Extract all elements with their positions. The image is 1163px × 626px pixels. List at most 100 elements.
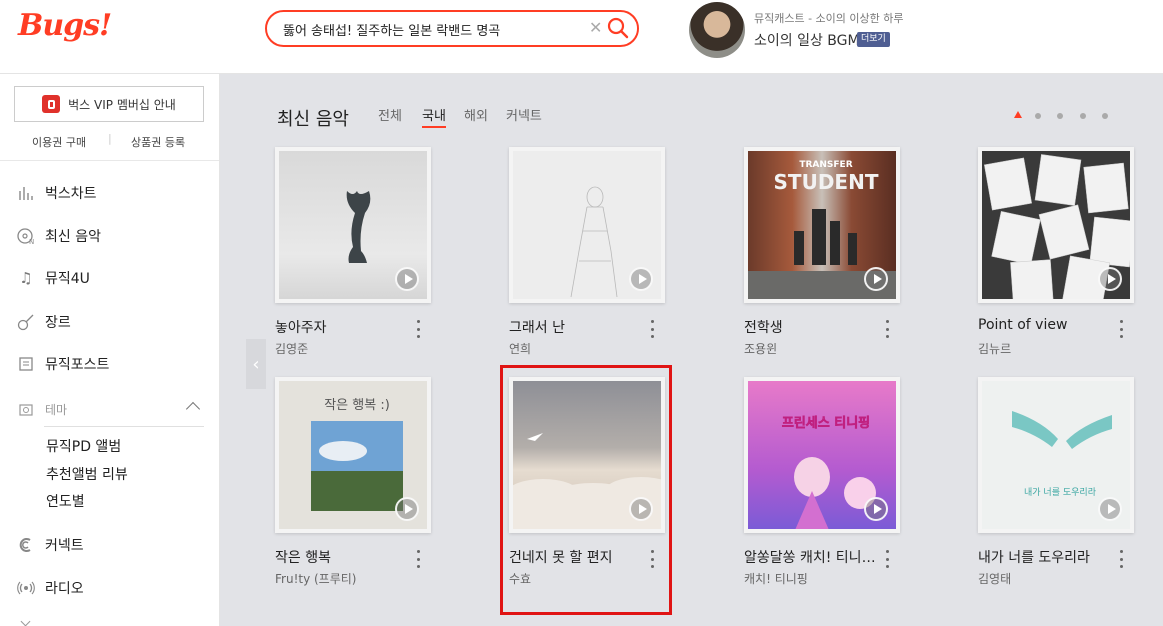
pager-dot-active[interactable] (1014, 111, 1022, 118)
sidebar-item-label: 최신 음악 (45, 229, 101, 245)
sidebar-item-connect[interactable]: 커넥트 (16, 533, 84, 557)
sidebar-item-musicpost[interactable]: 뮤직포스트 (16, 352, 109, 376)
section-title: 최신 음악 (277, 109, 349, 130)
album-artist[interactable]: 김영태 (978, 570, 1011, 587)
sidebar-item-music4u[interactable]: ♫ 뮤직4U (16, 266, 90, 290)
play-icon[interactable] (864, 497, 888, 521)
pager-dot[interactable] (1102, 113, 1108, 119)
profile-title[interactable]: 소이의 일상 BGM (754, 30, 860, 50)
album-artist[interactable]: 캐치! 티니핑 (744, 570, 808, 587)
album-cover[interactable] (978, 147, 1134, 303)
album-cover[interactable] (509, 147, 665, 303)
album-artist[interactable]: 조용윈 (744, 340, 777, 357)
cover-text-main: STUDENT (774, 170, 879, 194)
album-title[interactable]: Point of view (978, 317, 1116, 333)
theme-divider (44, 426, 204, 427)
sidebar-item-radio[interactable]: 라디오 (16, 576, 84, 600)
more-options-icon[interactable] (886, 320, 890, 338)
sidebar-item-theme[interactable]: 테마 (16, 397, 67, 421)
cover-text-happiness: 작은 행복 :) (324, 397, 390, 413)
album-cover[interactable]: TRANSFER STUDENT (744, 147, 900, 303)
sidebar-item-label: 장르 (45, 315, 71, 331)
chevron-down-icon[interactable] (20, 616, 31, 626)
play-icon[interactable] (395, 267, 419, 291)
more-options-icon[interactable] (417, 320, 421, 338)
album-artist[interactable]: Fru!ty (프루티) (275, 570, 356, 587)
pager-dot[interactable] (1057, 113, 1063, 119)
link-separator: | (108, 132, 112, 145)
tab-overseas[interactable]: 해외 (464, 105, 488, 124)
tab-connect[interactable]: 커넥트 (506, 105, 542, 124)
header: Bugs! ✕ 뮤직캐스트 - 소이의 이상한 하루 소이의 일상 BGM 더보… (0, 0, 1163, 74)
play-icon[interactable] (1098, 267, 1122, 291)
radio-icon (16, 578, 36, 598)
album-cover[interactable]: 작은 행복 :) (275, 377, 431, 533)
cover-text-tinyping: 프린세스 티니핑 (782, 415, 870, 431)
pager-dot[interactable] (1080, 113, 1086, 119)
album-title[interactable]: 전학생 (744, 317, 882, 337)
disc-new-icon: N (16, 226, 36, 246)
play-icon[interactable] (395, 497, 419, 521)
register-voucher-link[interactable]: 상품권 등록 (131, 134, 185, 150)
theme-item-musicpd[interactable]: 뮤직PD 앨범 (46, 436, 121, 456)
sidebar-item-label: 뮤직포스트 (45, 357, 110, 373)
clear-icon[interactable]: ✕ (589, 18, 602, 37)
search-input[interactable] (283, 19, 583, 39)
bugs-app-icon (42, 95, 61, 113)
more-badge[interactable]: 더보기 (857, 32, 890, 47)
search-bar[interactable]: ✕ (265, 10, 639, 47)
prev-arrow-button[interactable]: ‹ (246, 339, 266, 389)
sidebar: 벅스 VIP 멤버십 안내 이용권 구매 | 상품권 등록 벅스차트 N 최신 … (0, 74, 220, 626)
more-options-icon[interactable] (417, 550, 421, 568)
album-title[interactable]: 작은 행복 (275, 547, 413, 567)
tab-all[interactable]: 전체 (378, 105, 402, 124)
more-options-icon[interactable] (886, 550, 890, 568)
album-artist[interactable]: 김영준 (275, 340, 308, 357)
svg-text:N: N (29, 238, 34, 245)
album-title[interactable]: 그래서 난 (509, 317, 647, 337)
pager-dot[interactable] (1035, 113, 1041, 119)
selection-highlight (500, 365, 672, 615)
sidebar-item-label: 뮤직4U (45, 271, 90, 287)
album-cover[interactable] (275, 147, 431, 303)
post-icon (16, 354, 36, 374)
cover-text-top: TRANSFER (799, 160, 852, 170)
sidebar-item-new-music[interactable]: N 최신 음악 (16, 224, 101, 248)
vip-membership-button[interactable]: 벅스 VIP 멤버십 안내 (14, 86, 204, 122)
buy-pass-link[interactable]: 이용권 구매 (32, 134, 86, 150)
album-cover[interactable]: 내가 너를 도우리라 (978, 377, 1134, 533)
sidebar-item-label: 커넥트 (45, 538, 84, 554)
more-options-icon[interactable] (651, 320, 655, 338)
main-content: 최신 음악 전체 국내 해외 커넥트 ‹ 놓아주자 김영준 그래서 난 연희 T… (220, 74, 1163, 626)
play-icon[interactable] (864, 267, 888, 291)
tab-domestic[interactable]: 국내 (422, 105, 446, 128)
album-title[interactable]: 놓아주자 (275, 317, 413, 337)
more-options-icon[interactable] (1120, 320, 1124, 338)
divider (0, 160, 219, 161)
profile-avatar[interactable] (689, 2, 745, 58)
search-icon[interactable] (607, 17, 629, 39)
play-icon[interactable] (1098, 497, 1122, 521)
cover-text-help: 내가 너를 도우리라 (1024, 487, 1097, 498)
chart-icon (16, 183, 36, 203)
bugs-logo[interactable]: Bugs! (18, 8, 112, 43)
album-title[interactable]: 알쏭달쏭 캐치! 티니핑… (744, 547, 882, 567)
album-artist[interactable]: 김뉴르 (978, 340, 1011, 357)
more-options-icon[interactable] (1120, 550, 1124, 568)
play-icon[interactable] (629, 267, 653, 291)
theme-icon (16, 399, 36, 419)
sidebar-item-genre[interactable]: 장르 (16, 310, 71, 334)
guitar-icon (16, 312, 36, 332)
sidebar-item-chart[interactable]: 벅스차트 (16, 181, 97, 205)
album-artist[interactable]: 연희 (509, 340, 531, 357)
theme-item-year[interactable]: 연도별 (46, 491, 85, 511)
album-title[interactable]: 내가 너를 도우리라 (978, 547, 1116, 567)
sub-links: 이용권 구매 | 상품권 등록 (0, 132, 220, 152)
theme-label: 테마 (45, 402, 68, 417)
connect-icon (16, 535, 36, 555)
theme-item-review[interactable]: 추천앨범 리뷰 (46, 464, 128, 484)
sidebar-item-label: 라디오 (45, 581, 84, 597)
chevron-up-icon[interactable] (185, 401, 201, 417)
sidebar-item-label: 벅스차트 (45, 186, 97, 202)
album-cover[interactable]: 프린세스 티니핑 (744, 377, 900, 533)
